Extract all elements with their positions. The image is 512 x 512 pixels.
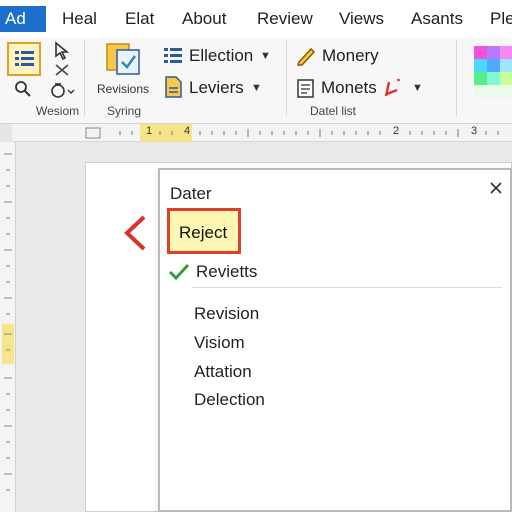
tab-asants[interactable]: Asants — [411, 9, 463, 29]
ribbon-separator — [286, 40, 287, 116]
group-caption-wesiom: Wesiom — [36, 104, 80, 118]
revietts-option[interactable]: Revietts — [168, 258, 503, 286]
monets-button[interactable]: Monets — [321, 78, 377, 98]
ribbon-separator — [456, 40, 457, 116]
group-caption-syring: Syring — [107, 104, 142, 118]
revisions-icon[interactable] — [105, 40, 141, 76]
tab-elat[interactable]: Elat — [125, 9, 154, 29]
pen-mark-icon — [384, 78, 401, 97]
scissors-icon[interactable] — [53, 62, 71, 78]
pen-icon — [296, 47, 316, 66]
list-bullets-icon — [164, 48, 182, 63]
ellection-dropdown[interactable]: Ellection — [189, 46, 253, 66]
option-revision[interactable]: Revision — [194, 304, 259, 324]
tab-about[interactable]: About — [182, 9, 226, 29]
chevron-down-icon[interactable]: ▼ — [412, 82, 423, 94]
pointer-icon[interactable] — [52, 40, 72, 60]
checkmark-icon — [168, 263, 190, 281]
ribbon-tab-bar: Ad Heal Elat About Review Views Asants P… — [0, 0, 512, 38]
divider — [192, 287, 502, 288]
ruler-mark: 1 — [146, 125, 153, 137]
color-grid-icon[interactable] — [474, 46, 512, 98]
chevron-down-icon[interactable]: ▼ — [251, 82, 262, 94]
chevron-down-icon[interactable]: ▼ — [260, 50, 271, 62]
revisions-button[interactable]: Revisions — [97, 82, 149, 96]
vertical-ruler — [0, 142, 16, 512]
arrow-left-icon — [124, 215, 146, 251]
option-delection[interactable]: Delection — [194, 390, 265, 410]
ruler-mark: 4 — [184, 125, 191, 137]
horizontal-ruler: 1 4 2 3 — [0, 124, 512, 142]
ribbon-separator — [84, 40, 85, 116]
monery-button[interactable]: Monery — [322, 46, 379, 66]
document-icon — [165, 76, 182, 98]
close-icon[interactable] — [488, 180, 504, 196]
group-caption-datel-list: Datel list — [310, 104, 357, 118]
tab-review[interactable]: Review — [257, 9, 313, 29]
reject-button[interactable]: Reject — [167, 208, 241, 254]
leviers-dropdown[interactable]: Leviers — [189, 78, 244, 98]
option-visiom[interactable]: Visiom — [194, 333, 245, 353]
dialog-title: Dater — [170, 184, 212, 203]
tab-ple[interactable]: Ple — [490, 9, 512, 29]
vertical-ruler-ticks — [2, 153, 14, 491]
dater-dialog: Dater Reject Revietts Revision Visiom At… — [158, 168, 512, 512]
tab-ad[interactable]: Ad — [0, 6, 46, 32]
ruler-ticks — [0, 124, 499, 142]
monets-icon — [297, 79, 314, 98]
list-icon[interactable] — [7, 42, 41, 76]
revietts-label: Revietts — [196, 262, 258, 281]
ribbon: Wesiom Revisions Syring Ellection ▼ Levi… — [0, 38, 512, 124]
search-icon[interactable] — [14, 80, 32, 98]
ruler-mark: 3 — [471, 125, 478, 137]
tab-views[interactable]: Views — [339, 9, 384, 29]
tab-heal[interactable]: Heal — [62, 9, 97, 29]
option-attation[interactable]: Attation — [194, 362, 252, 382]
ruler-mark: 2 — [393, 125, 400, 137]
circle-icon[interactable] — [50, 81, 76, 99]
